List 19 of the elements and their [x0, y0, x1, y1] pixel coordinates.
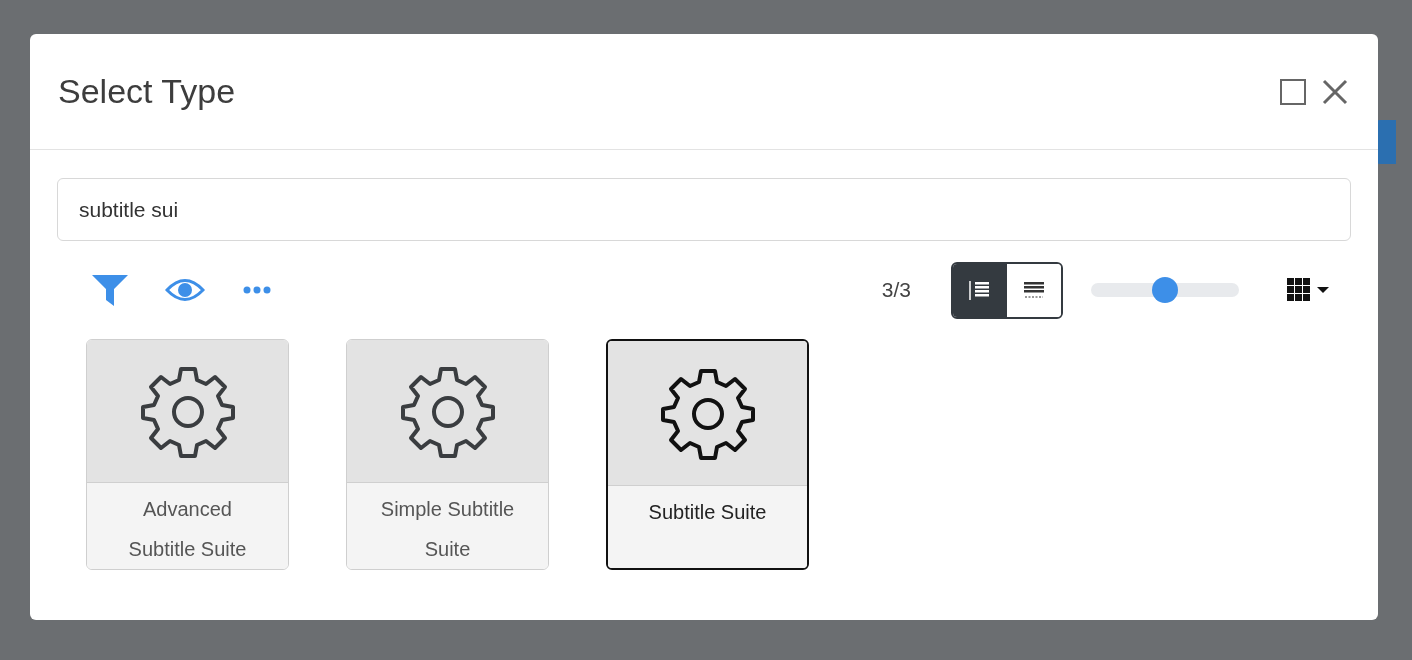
- type-card[interactable]: Simple Subtitle Suite: [346, 339, 549, 570]
- search-field[interactable]: subtitle sui: [57, 178, 1351, 241]
- more-icon[interactable]: [243, 286, 271, 294]
- maximize-button[interactable]: [1280, 78, 1306, 105]
- grid-icon: [1287, 278, 1313, 302]
- type-card[interactable]: Subtitle Suite: [606, 339, 809, 570]
- size-slider[interactable]: [1091, 277, 1239, 303]
- view-toggle[interactable]: [953, 263, 1007, 317]
- card-label: Simple Subtitle Suite: [379, 497, 516, 562]
- grid-menu-button[interactable]: [1287, 278, 1329, 302]
- card-label: Subtitle Suite: [648, 500, 767, 525]
- filter-icon[interactable]: [91, 273, 129, 307]
- result-count: 3/3: [881, 277, 911, 304]
- dialog-title: Select Type: [58, 71, 236, 112]
- slider-thumb[interactable]: [1152, 277, 1178, 303]
- card-label: Advanced Subtitle Suite: [127, 497, 248, 562]
- caret-icon: [1317, 286, 1329, 294]
- eye-icon[interactable]: [165, 277, 205, 303]
- type-card[interactable]: Advanced Subtitle Suite: [86, 339, 289, 570]
